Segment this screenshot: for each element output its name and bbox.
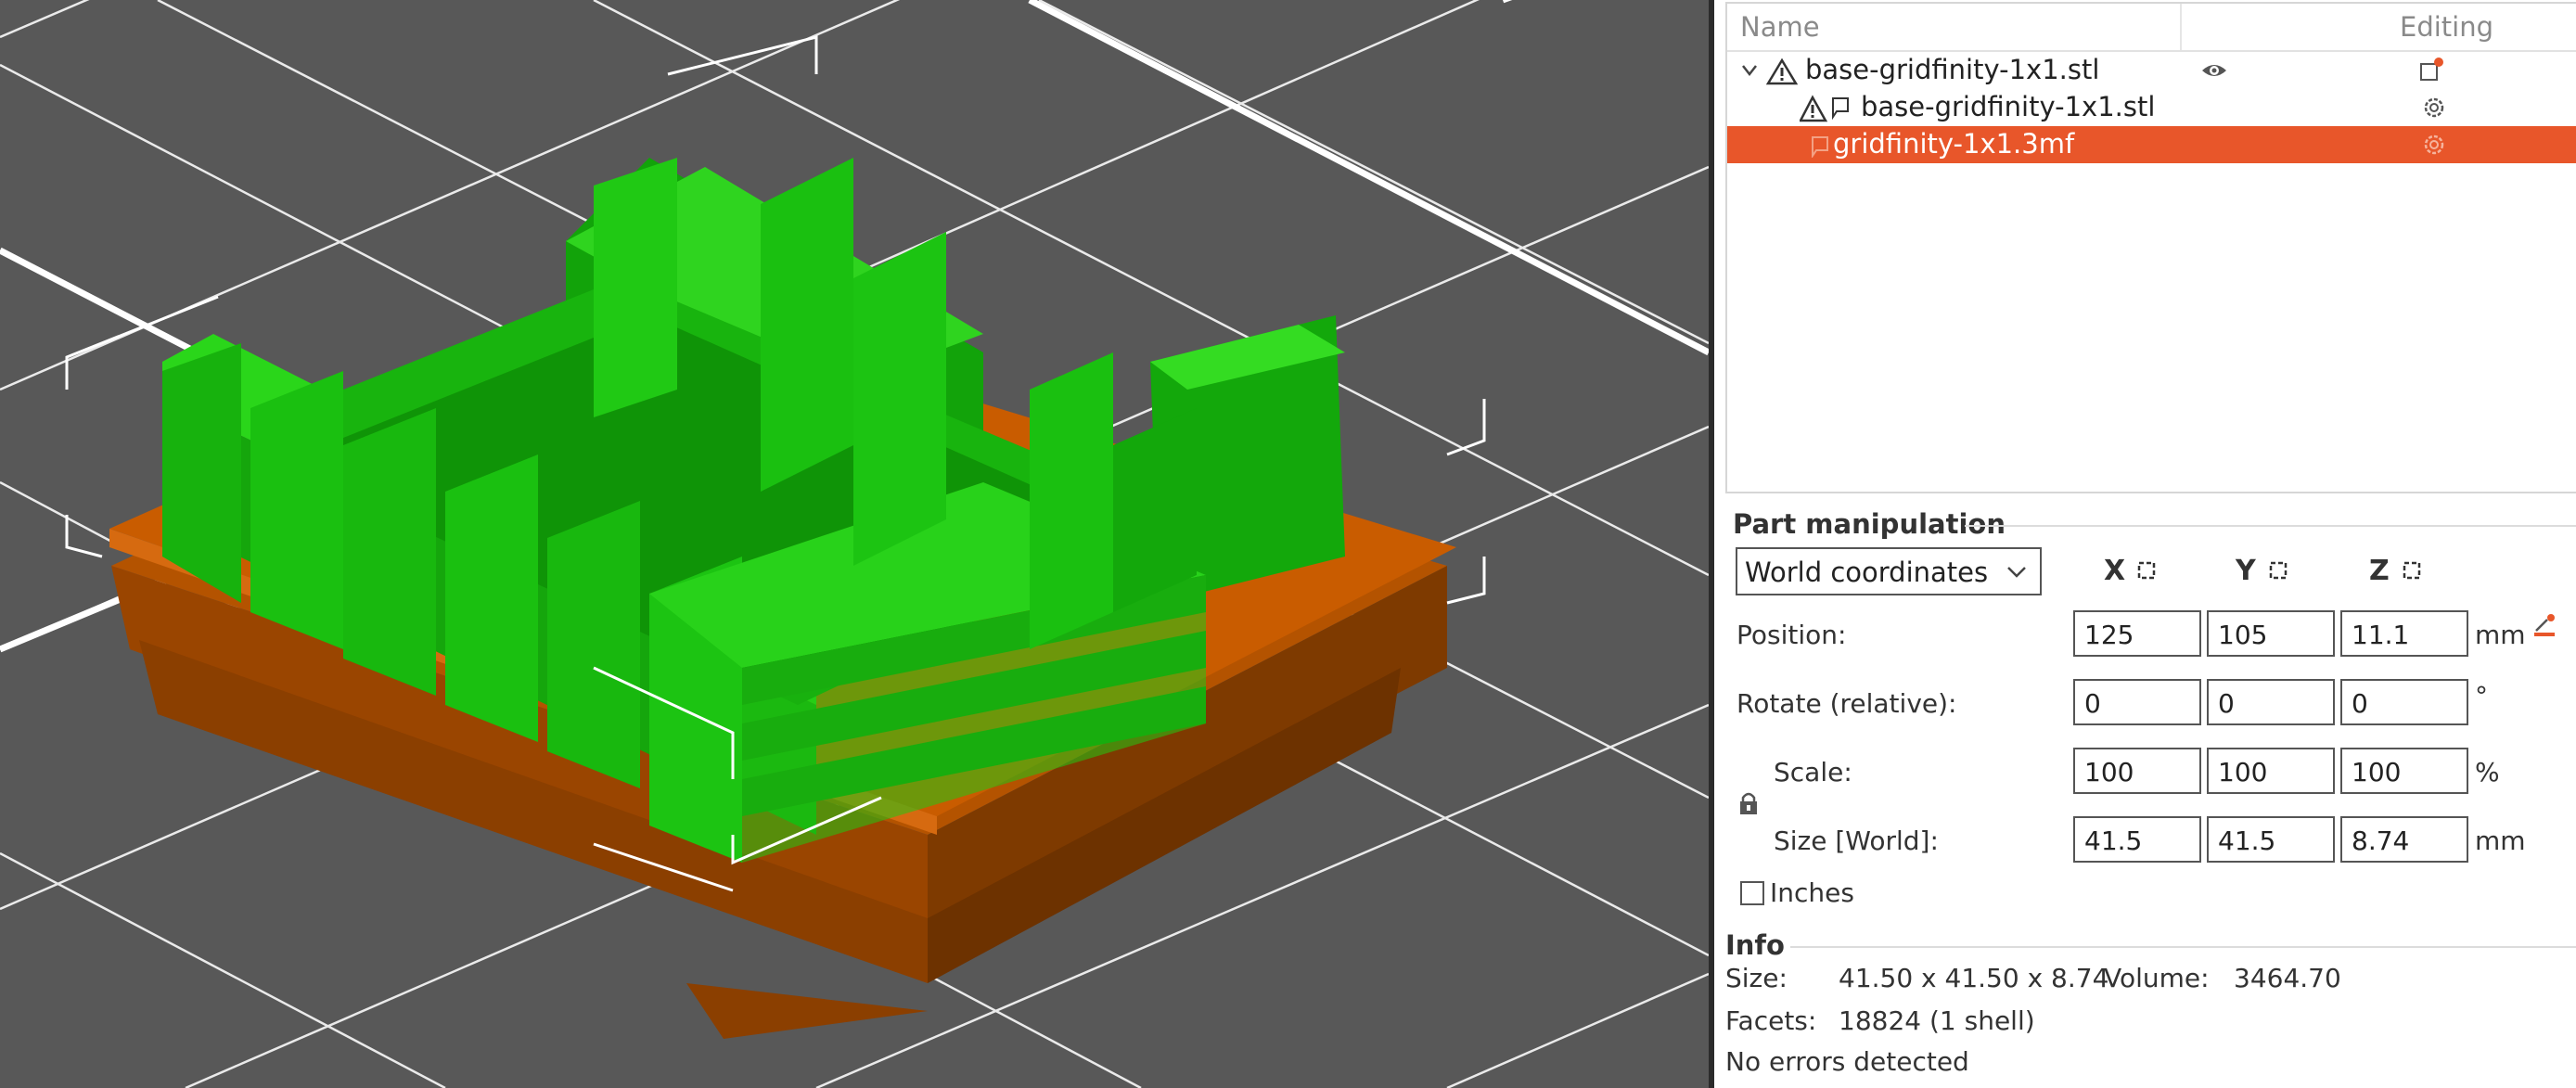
sidebar-panel: Name Editing base-gridfinity-1x1.stl bas… <box>1709 0 2576 1088</box>
size-x-field[interactable]: 41.5 <box>2073 816 2201 863</box>
size-label: Size [World]: <box>1774 826 1939 856</box>
coordinate-system-dropdown[interactable]: World coordinates <box>1736 547 2042 595</box>
info-volume-value: 3464.70 <box>2234 963 2341 993</box>
inches-checkbox[interactable] <box>1740 881 1764 905</box>
part-label: base-gridfinity-1x1.stl <box>1861 91 2156 122</box>
column-header-name[interactable]: Name <box>1740 11 1820 43</box>
scale-y-field[interactable]: 100 <box>2207 748 2335 794</box>
position-y-field[interactable]: 105 <box>2207 610 2335 657</box>
chevron-down-icon[interactable] <box>1740 63 1759 78</box>
object-part-row[interactable]: base-gridfinity-1x1.stl <box>1727 89 2576 126</box>
scale-z-field[interactable]: 100 <box>2340 748 2468 794</box>
axis-x-label: X <box>2104 555 2126 587</box>
chevron-down-icon <box>2007 567 2026 578</box>
settings-gear-icon[interactable] <box>2421 95 2447 121</box>
axis-z-label: Z <box>2369 555 2390 587</box>
inches-label[interactable]: Inches <box>1770 877 1854 908</box>
3d-viewport[interactable] <box>0 0 1709 1088</box>
scale-x-field[interactable]: 100 <box>2073 748 2201 794</box>
drop-to-bed-y-icon[interactable] <box>2268 560 2288 581</box>
info-status: No errors detected <box>1725 1046 1969 1077</box>
position-x-field[interactable]: 125 <box>2073 610 2201 657</box>
coordinate-system-value: World coordinates <box>1745 557 1989 588</box>
object-list-header: Name Editing <box>1727 4 2576 52</box>
drop-to-bed-z-icon[interactable] <box>2402 560 2422 581</box>
scale-label: Scale: <box>1774 757 1852 787</box>
scale-unit: % <box>2475 757 2500 787</box>
part-icon <box>1832 97 1849 121</box>
info-volume-label: Volume: <box>2104 963 2210 993</box>
info-facets-label: Facets: <box>1725 1005 1817 1036</box>
rotate-z-field[interactable]: 0 <box>2340 679 2468 725</box>
size-z-field[interactable]: 8.74 <box>2340 816 2468 863</box>
object-row[interactable]: base-gridfinity-1x1.stl <box>1727 52 2576 89</box>
eye-icon[interactable] <box>2200 59 2228 82</box>
part-label: gridfinity-1x1.3mf <box>1833 128 2075 160</box>
drop-to-bed-x-icon[interactable] <box>2136 560 2157 581</box>
object-part-row-selected[interactable]: gridfinity-1x1.3mf <box>1727 126 2576 163</box>
drop-to-bed-icon[interactable] <box>2531 612 2558 640</box>
object-label: base-gridfinity-1x1.stl <box>1805 54 2100 85</box>
position-label: Position: <box>1737 620 1847 650</box>
info-title: Info <box>1725 929 1785 961</box>
part-icon <box>1812 136 1828 158</box>
lock-icon[interactable] <box>1738 790 1759 816</box>
position-z-field[interactable]: 11.1 <box>2340 610 2468 657</box>
column-header-editing[interactable]: Editing <box>2400 11 2493 43</box>
position-unit: mm <box>2475 620 2526 650</box>
rotate-x-field[interactable]: 0 <box>2073 679 2201 725</box>
info-facets-value: 18824 (1 shell) <box>1839 1005 2035 1036</box>
scene-canvas[interactable] <box>0 0 1709 1088</box>
settings-gear-icon[interactable] <box>2421 132 2447 158</box>
rotate-unit: ° <box>2475 681 2488 711</box>
edit-object-icon[interactable] <box>2418 56 2446 83</box>
warning-part-icon <box>1800 95 1828 122</box>
size-y-field[interactable]: 41.5 <box>2207 816 2335 863</box>
size-unit: mm <box>2475 826 2526 856</box>
rotate-y-field[interactable]: 0 <box>2207 679 2335 725</box>
object-list[interactable]: Name Editing base-gridfinity-1x1.stl bas… <box>1725 2 2576 493</box>
warning-icon <box>1766 58 1798 85</box>
info-size-label: Size: <box>1725 963 1788 993</box>
part-manipulation-title: Part manipulation <box>1733 508 2006 540</box>
rotate-label: Rotate (relative): <box>1737 688 1957 719</box>
axis-y-label: Y <box>2236 555 2256 587</box>
info-size-value: 41.50 x 41.50 x 8.74 <box>1839 963 2109 993</box>
